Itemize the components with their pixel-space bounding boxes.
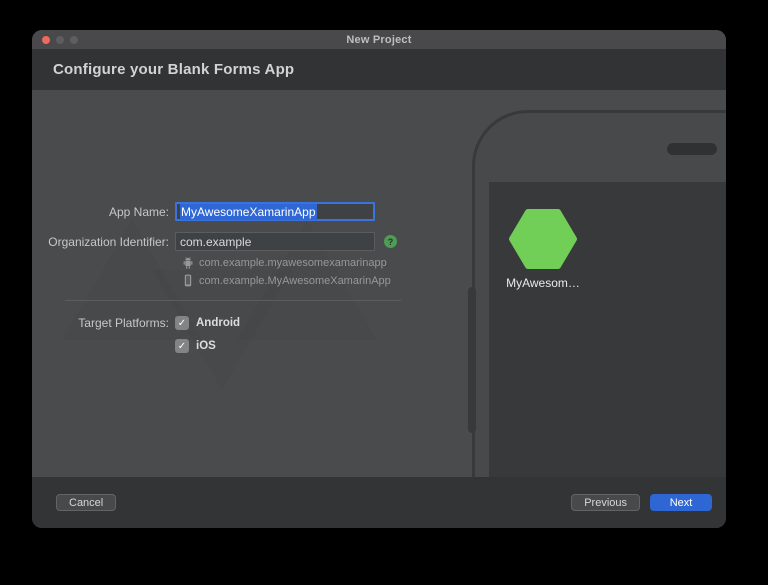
dialog-footer: Cancel Previous Next bbox=[32, 477, 726, 528]
phone-side-button bbox=[468, 287, 476, 433]
org-identifier-input[interactable]: com.example bbox=[175, 232, 375, 251]
minimize-window-button[interactable] bbox=[56, 35, 64, 44]
watermark-shape bbox=[152, 270, 292, 390]
ios-checkbox[interactable]: ✓ bbox=[175, 339, 189, 353]
new-project-window: MyAwesom… App Name: MyAwesomeXamarinApp … bbox=[32, 30, 726, 528]
cancel-button[interactable]: Cancel bbox=[56, 494, 117, 511]
phone-speaker bbox=[667, 143, 717, 155]
traffic-lights bbox=[42, 30, 78, 49]
android-checkbox[interactable]: ✓ bbox=[175, 316, 189, 330]
app-name-value: MyAwesomeXamarinApp bbox=[180, 203, 317, 220]
window-title: New Project bbox=[346, 33, 412, 46]
app-name-input[interactable]: MyAwesomeXamarinApp bbox=[175, 202, 375, 221]
help-icon[interactable]: ? bbox=[384, 235, 397, 248]
app-hexagon-icon bbox=[509, 208, 577, 270]
ios-checkbox-label: iOS bbox=[196, 340, 216, 352]
page-title: Configure your Blank Forms App bbox=[53, 61, 295, 78]
org-identifier-label: Organization Identifier: bbox=[48, 234, 169, 249]
iphone-icon bbox=[182, 274, 193, 287]
dialog-header: Configure your Blank Forms App bbox=[32, 49, 726, 90]
app-name-label: App Name: bbox=[108, 204, 169, 219]
preview-app-name: MyAwesom… bbox=[506, 276, 580, 290]
dialog-content: MyAwesom… App Name: MyAwesomeXamarinApp … bbox=[32, 90, 726, 477]
window-titlebar: New Project bbox=[32, 30, 726, 49]
close-window-button[interactable] bbox=[42, 35, 50, 44]
android-package-preview: com.example.myawesomexamarinapp bbox=[199, 256, 387, 269]
ios-bundle-preview: com.example.MyAwesomeXamarinApp bbox=[199, 274, 391, 287]
section-divider bbox=[65, 300, 401, 301]
maximize-window-button[interactable] bbox=[70, 35, 78, 44]
next-button[interactable]: Next bbox=[650, 494, 712, 511]
org-identifier-value: com.example bbox=[180, 234, 252, 249]
android-icon bbox=[182, 256, 193, 269]
android-checkbox-label: Android bbox=[196, 317, 241, 329]
previous-button[interactable]: Previous bbox=[571, 494, 640, 511]
target-platforms-label: Target Platforms: bbox=[78, 316, 169, 330]
